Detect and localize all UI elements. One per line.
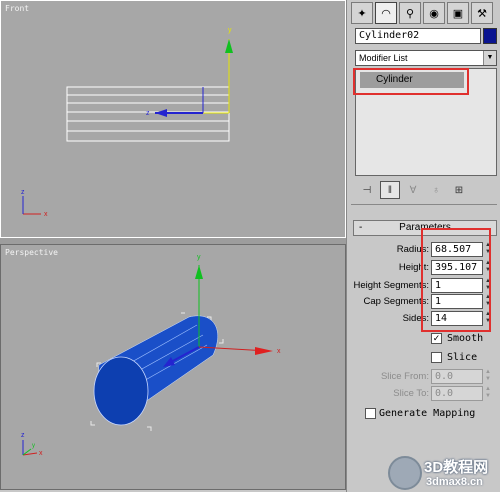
- modify-tab[interactable]: ◠: [375, 2, 397, 24]
- perspective-viewport[interactable]: Perspective y x x z y: [0, 244, 346, 490]
- perspective-viewport-canvas: y x x z y: [21, 254, 281, 457]
- watermark-globe-icon: [388, 456, 422, 490]
- command-panel-tabs: ✦ ◠ ⚲ ◉ ▣ ⚒: [351, 2, 497, 24]
- slice-to-label: Slice To:: [393, 388, 429, 399]
- create-icon: ✦: [357, 7, 367, 20]
- modifier-list-dropdown[interactable]: Modifier List ▼: [355, 50, 497, 66]
- display-tab[interactable]: ▣: [447, 2, 469, 24]
- front-viewport[interactable]: Front y z x z: [0, 0, 346, 238]
- slice-to-spinner[interactable]: ▲ ▼: [484, 386, 492, 401]
- highlight-box-stack: [353, 68, 469, 95]
- watermark-url: 3dmax8.cn: [426, 476, 483, 488]
- object-color-swatch[interactable]: [483, 28, 497, 44]
- slice-to-row: Slice To: 0.0 ▲ ▼: [347, 386, 500, 402]
- modifier-list-label: Modifier List: [359, 53, 408, 63]
- pin-stack-icon[interactable]: ⊣: [357, 181, 377, 199]
- slice-from-spinner[interactable]: ▲ ▼: [484, 369, 492, 384]
- slice-from-label: Slice From:: [380, 371, 429, 382]
- persp-gizmo-y-label: y: [197, 254, 201, 261]
- stack-toolbar: ⊣ ‖ ∀ ♁ ⊞: [357, 180, 497, 200]
- slice-to-input[interactable]: 0.0: [431, 386, 483, 401]
- smooth-label: Smooth: [447, 333, 484, 344]
- smooth-checkbox[interactable]: ✓: [431, 333, 442, 344]
- chevron-down-icon[interactable]: ▼: [483, 51, 496, 65]
- front-axis-z-label: z: [21, 189, 25, 196]
- show-end-result-icon[interactable]: ‖: [380, 181, 400, 199]
- object-name-field[interactable]: Cylinder02: [355, 28, 481, 44]
- display-icon: ▣: [452, 7, 464, 20]
- watermark-title: 3D教程网: [424, 459, 489, 476]
- front-viewport-canvas: y z x z: [21, 27, 233, 218]
- front-gizmo-y-label: y: [228, 27, 232, 34]
- persp-gizmo-x-label: x: [277, 348, 281, 355]
- front-gizmo: [155, 39, 233, 117]
- generate-mapping-checkbox[interactable]: [365, 408, 376, 419]
- height-segments-label: Height Segments:: [353, 280, 429, 291]
- slice-from-input[interactable]: 0.0: [431, 369, 483, 384]
- slice-from-row: Slice From: 0.0 ▲ ▼: [347, 369, 500, 385]
- panel-divider: [351, 204, 497, 205]
- cap-segments-label: Cap Segments:: [363, 296, 429, 307]
- front-gizmo-z-label: z: [146, 110, 150, 117]
- slice-label: Slice: [447, 352, 478, 363]
- motion-icon: ◉: [429, 7, 439, 20]
- remove-modifier-icon[interactable]: ♁: [426, 181, 446, 199]
- motion-tab[interactable]: ◉: [423, 2, 445, 24]
- persp-axis-x-label: x: [39, 450, 43, 457]
- hierarchy-tab[interactable]: ⚲: [399, 2, 421, 24]
- hierarchy-icon: ⚲: [405, 7, 415, 20]
- configure-modifier-sets-icon[interactable]: ⊞: [449, 181, 469, 199]
- generate-mapping-label: Generate Mapping: [379, 408, 476, 419]
- front-axis-tripod: [22, 196, 41, 215]
- utilities-icon: ⚒: [477, 7, 487, 20]
- highlight-box-parameters: [421, 228, 491, 332]
- modify-icon: ◠: [381, 7, 391, 20]
- persp-axis-y-label: y: [32, 443, 35, 449]
- site-watermark-logo: 3D教程网 3dmax8.cn: [388, 454, 500, 492]
- front-axis-x-label: x: [44, 211, 48, 218]
- create-tab[interactable]: ✦: [351, 2, 373, 24]
- command-panel: ✦ ◠ ⚲ ◉ ▣ ⚒ Cylinder02 Modifier List ▼ C…: [346, 0, 500, 492]
- persp-axis-z-label: z: [21, 432, 25, 439]
- slice-checkbox[interactable]: [431, 352, 442, 363]
- utilities-tab[interactable]: ⚒: [471, 2, 493, 24]
- make-unique-icon[interactable]: ∀: [403, 181, 423, 199]
